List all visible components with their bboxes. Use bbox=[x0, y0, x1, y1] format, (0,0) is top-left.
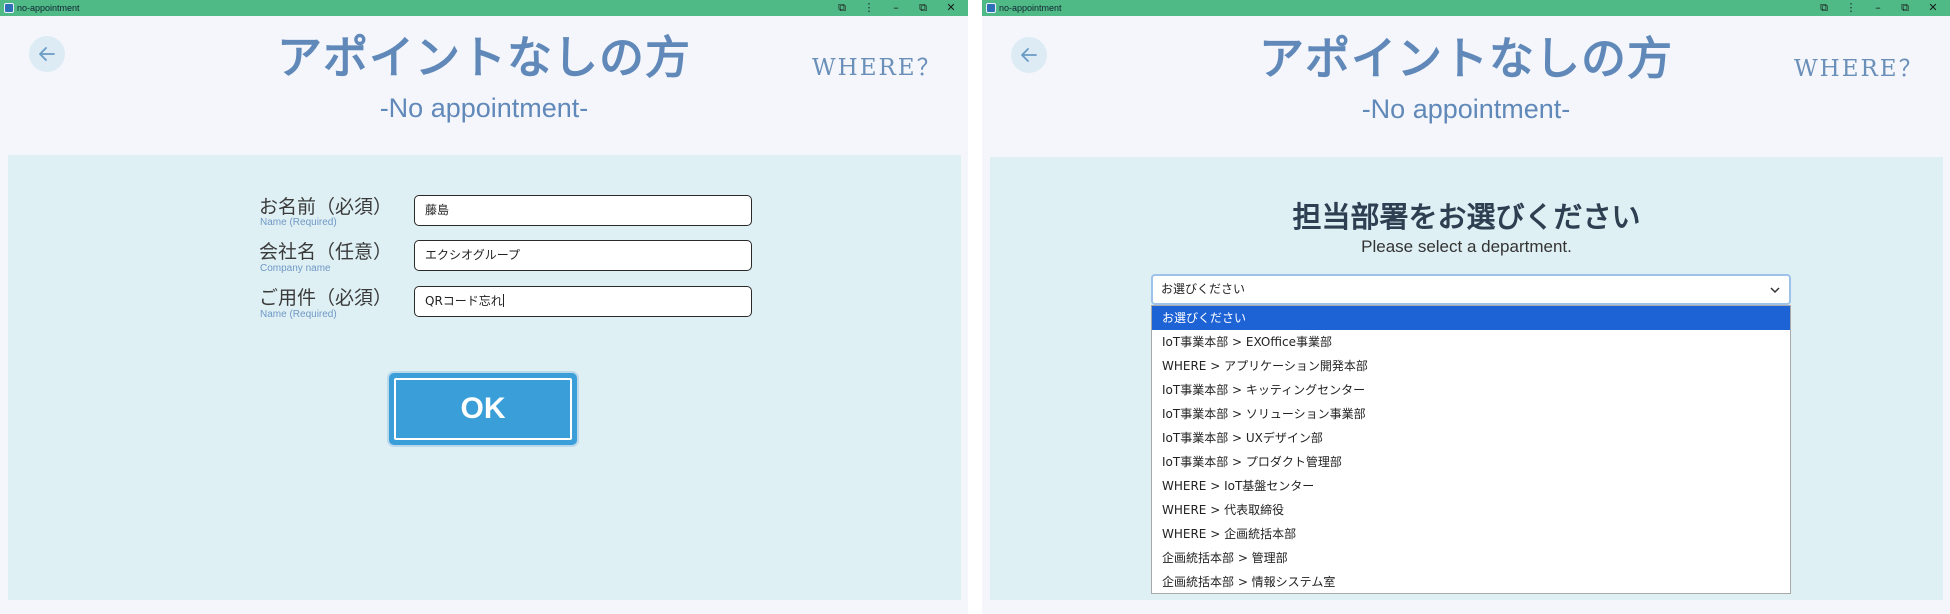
department-window: no-appointment ⧉ ⋮ – ⧉ ✕ アポイントなしの方 -No a… bbox=[982, 0, 1950, 614]
department-option[interactable]: IoT事業本部 > ソリューション事業部 bbox=[1152, 402, 1790, 426]
department-subtitle: Please select a department. bbox=[1361, 237, 1572, 256]
window-title: no-appointment bbox=[17, 3, 80, 13]
menu-icon[interactable]: ⋮ bbox=[1838, 0, 1864, 16]
department-option[interactable]: WHERE > アプリケーション開発本部 bbox=[1152, 354, 1790, 378]
department-panel: 担当部署をお選びください Please select a department.… bbox=[990, 157, 1943, 600]
window-titlebar: no-appointment ⧉ ⋮ – ⧉ ✕ bbox=[982, 0, 1950, 16]
department-option[interactable]: IoT事業本部 > キッティングセンター bbox=[1152, 378, 1790, 402]
department-option[interactable]: WHERE > 企画統括本部 bbox=[1152, 522, 1790, 546]
page-subtitle: -No appointment- bbox=[1361, 94, 1571, 124]
name-field[interactable]: 藤島 bbox=[414, 195, 752, 226]
purpose-field[interactable]: QRコード忘れ bbox=[414, 286, 752, 317]
ok-button-label: OK bbox=[394, 378, 572, 440]
department-title: 担当部署をお選びください bbox=[1292, 200, 1641, 234]
close-icon[interactable]: ✕ bbox=[938, 0, 964, 16]
purpose-value: QRコード忘れ bbox=[425, 294, 503, 308]
company-sublabel: Company name bbox=[260, 263, 331, 274]
window-title: no-appointment bbox=[999, 3, 1062, 13]
close-icon[interactable]: ✕ bbox=[1920, 0, 1946, 16]
purpose-label: ご用件（必須） bbox=[259, 287, 393, 309]
restore-icon[interactable]: ⧉ bbox=[1892, 0, 1918, 16]
name-sublabel: Name (Required) bbox=[260, 217, 337, 228]
form-panel: お名前（必須） Name (Required) 藤島 会社名（任意） Compa… bbox=[8, 155, 961, 600]
department-option[interactable]: IoT事業本部 > EXOffice事業部 bbox=[1152, 330, 1790, 354]
department-option[interactable]: お選びください bbox=[1152, 306, 1790, 330]
minimize-icon[interactable]: – bbox=[1865, 0, 1891, 16]
department-option[interactable]: WHERE > 代表取締役 bbox=[1152, 498, 1790, 522]
menu-icon[interactable]: ⋮ bbox=[856, 0, 882, 16]
form-window: no-appointment ⧉ ⋮ – ⧉ ✕ アポイントなしの方 -No a… bbox=[0, 0, 968, 614]
department-select-value: お選びください bbox=[1161, 282, 1246, 296]
app-icon bbox=[4, 3, 14, 13]
department-options-list: お選びください IoT事業本部 > EXOffice事業部 WHERE > アプ… bbox=[1151, 305, 1791, 594]
text-caret bbox=[502, 294, 504, 307]
chevron-down-icon bbox=[1770, 287, 1780, 294]
department-option[interactable]: WHERE > IoT基盤センター bbox=[1152, 474, 1790, 498]
minimize-icon[interactable]: – bbox=[883, 0, 909, 16]
name-label: お名前（必須） bbox=[259, 196, 393, 218]
extensions-icon[interactable]: ⧉ bbox=[829, 0, 855, 16]
window-divider bbox=[968, 0, 982, 614]
department-option[interactable]: IoT事業本部 > プロダクト管理部 bbox=[1152, 450, 1790, 474]
restore-icon[interactable]: ⧉ bbox=[910, 0, 936, 16]
brand-logo: WHERE？ bbox=[1794, 56, 1924, 82]
company-field[interactable]: エクシオグループ bbox=[414, 240, 752, 271]
company-label: 会社名（任意） bbox=[259, 241, 393, 263]
extensions-icon[interactable]: ⧉ bbox=[1811, 0, 1837, 16]
department-option[interactable]: 企画統括本部 > 情報システム室 bbox=[1152, 570, 1790, 594]
ok-button[interactable]: OK bbox=[389, 373, 577, 445]
department-option[interactable]: IoT事業本部 > UXデザイン部 bbox=[1152, 426, 1790, 450]
app-icon bbox=[986, 3, 996, 13]
brand-logo: WHERE？ bbox=[812, 55, 942, 81]
department-select[interactable]: お選びください bbox=[1151, 274, 1791, 305]
department-option[interactable]: 企画統括本部 > 管理部 bbox=[1152, 546, 1790, 570]
page-subtitle: -No appointment- bbox=[379, 93, 589, 123]
purpose-sublabel: Name (Required) bbox=[260, 309, 337, 320]
window-titlebar: no-appointment ⧉ ⋮ – ⧉ ✕ bbox=[0, 0, 968, 16]
